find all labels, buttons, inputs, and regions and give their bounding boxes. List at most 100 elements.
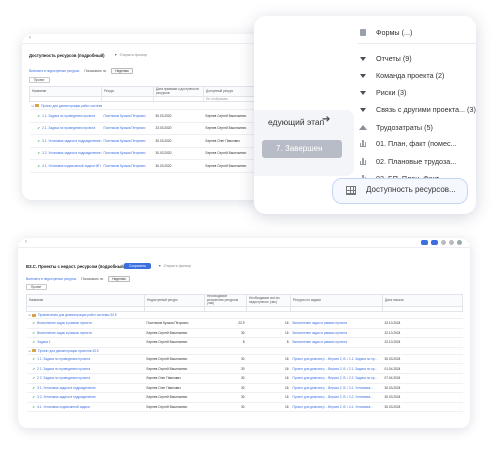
- table-row[interactable]: ✔ 3.2. Установка задачи в подразделение п…: [29, 147, 256, 160]
- cell-task-resources[interactable]: Выполнение задач в рамках проекта: [290, 328, 383, 339]
- help-icon[interactable]: [441, 240, 446, 245]
- collapse-icon[interactable]: ⊟: [29, 313, 32, 317]
- cell-task-resources[interactable]: Проект для демонстр. - Версия 2, В. / 1.…: [290, 354, 383, 365]
- back-icon[interactable]: ‹: [29, 35, 31, 41]
- check-icon: ✔: [32, 321, 36, 326]
- table-row[interactable]: ✔ 1.1. Задача по проведению проекта Постни…: [29, 109, 256, 123]
- column-header-unavailable-resource[interactable]: Недоступный ресурс: [144, 294, 205, 307]
- column-header-available[interactable]: Доступный ресурс: [203, 86, 256, 97]
- cell-task-resources[interactable]: Выполнение задач в рамках проекта: [290, 337, 383, 348]
- cell-name: ✔3.1. Установка задачи в подразделение п…: [29, 134, 102, 148]
- table-row[interactable]: ✔ 2.2. Задача по проведению проекта Бернев…: [26, 373, 463, 384]
- task-link[interactable]: Выполнение задач в рамках проекта: [37, 321, 92, 325]
- group-row[interactable]: ⊟ Проект для демонстрации проектов 33.5: [26, 347, 463, 355]
- task-link[interactable]: Проект для демонстрации работ системы 33…: [41, 104, 101, 108]
- task-link[interactable]: 2.1. Задача по проведению проекта: [37, 367, 90, 371]
- column-header-task-resources[interactable]: Ресурсы по задаче: [290, 294, 383, 307]
- task-link[interactable]: 2.1. Задача по проведению проекта: [42, 126, 95, 130]
- group-select[interactable]: Проект: [29, 77, 50, 83]
- task-link[interactable]: 2.2. Задача по проведению проекта: [37, 376, 90, 380]
- menu-item[interactable]: Связь с другими проекта... (3): [358, 105, 476, 114]
- table-row[interactable]: ✔ 2.1. Задача по проведению проекта Бернев…: [26, 363, 463, 374]
- table-row[interactable]: ✔ 3.2. Установка задачи в подразделение Бе…: [26, 392, 463, 403]
- menu-item[interactable]: 02. Плановые трудоза...: [358, 157, 456, 166]
- include-pending-link[interactable]: Включить в недоступные ресурсы: [29, 69, 79, 73]
- cell-task-resources[interactable]: Проект для демонстр. - Версия 2, В. / 3.…: [290, 383, 383, 394]
- menu-item[interactable]: Отчеты (9): [358, 54, 412, 63]
- cell-resource[interactable]: [101, 101, 154, 110]
- task-link[interactable]: 4.1. Установка подписанной задачи МП: [42, 164, 100, 168]
- cell-task-resources[interactable]: [290, 347, 383, 355]
- menu-item[interactable]: Формы (...): [358, 28, 412, 37]
- cell-task-resources[interactable]: [290, 311, 383, 319]
- cell-task-resources[interactable]: Проект для демонстр. - Версия 2, В. / 3.…: [290, 392, 383, 403]
- table-row[interactable]: ✔ 2.1. Задача по проведению проекта Постни…: [29, 122, 256, 135]
- collapse-icon[interactable]: ⊟: [29, 349, 32, 353]
- table-row[interactable]: ✔ 3.1. Установка задачи в подразделение п…: [29, 134, 256, 148]
- task-link[interactable]: 3.1. Установка задачи в подразделение: [37, 386, 96, 390]
- period-select[interactable]: Неделям: [111, 68, 133, 74]
- task-link[interactable]: 3.1. Установка задачи в подразделение пр…: [42, 139, 101, 143]
- cell-task-resources[interactable]: Выполнение задач в рамках проекта: [290, 318, 383, 329]
- save-button[interactable]: Сохранить: [124, 263, 151, 269]
- menu-item[interactable]: Команда проекта (2): [358, 71, 444, 80]
- back-icon[interactable]: ‹: [25, 239, 27, 245]
- menu-item[interactable]: 01. План, факт (помес...: [358, 139, 457, 148]
- table-row[interactable]: ✔ Выполнение задач в рамках проекта Постни…: [26, 318, 463, 329]
- task-link[interactable]: 4.1. Установка подписанной задачи: [37, 405, 90, 409]
- table-row[interactable]: ✔ 1.1. Задача по проведению проекта Бернев…: [26, 354, 463, 365]
- collapse-icon[interactable]: ⊟: [32, 104, 35, 108]
- table-row[interactable]: ✔ Задача 1 Бернев Сергей Васильевич 8 8 Выпол…: [26, 337, 463, 348]
- group-row[interactable]: ⊟ Проект для демонстрации работ системы 3…: [29, 101, 256, 110]
- avatar[interactable]: [457, 240, 462, 245]
- arrow-right-icon[interactable]: ➔: [322, 114, 330, 125]
- task-link[interactable]: 1.1. Задача по проведению проекта: [37, 357, 90, 361]
- cell-name: ✔ 3.2. Установка задачи в подразделение: [26, 392, 145, 403]
- group-select[interactable]: Проект: [26, 284, 47, 290]
- column-header-required-unavailable-hours[interactable]: Необходимое кол-во недоступного (час): [246, 294, 291, 307]
- table-row[interactable]: ✔ 3.1. Установка задачи в подразделение Бе…: [26, 383, 463, 394]
- cell-required-unavailable-hours: 16: [246, 354, 291, 365]
- task-link[interactable]: Привлечения для демонстрации работ систе…: [38, 313, 116, 317]
- column-header-start-date[interactable]: Дата начала: [382, 294, 463, 307]
- open-filter-button[interactable]: ▼ Открыть фильтр: [114, 53, 147, 57]
- notifications-icon[interactable]: [421, 240, 428, 245]
- cell-task-resources[interactable]: Проект для демонстр. - Версия 2, В. / 2.…: [290, 373, 383, 384]
- task-link[interactable]: Проект для демонстрации проектов 33.5: [38, 349, 98, 353]
- task-link[interactable]: Выполнение задач в рамках проекта: [37, 331, 92, 335]
- next-stage-label[interactable]: едующий этап: [268, 117, 324, 127]
- open-filter-button[interactable]: ▼ Открыть фильтр: [158, 264, 191, 268]
- column-header-date[interactable]: Дата привязки к доступности ресурсов: [153, 86, 204, 97]
- stage-completed-button[interactable]: 7. Завершен: [262, 140, 342, 158]
- task-link[interactable]: 1.1. Задача по проведению проекта: [42, 114, 95, 118]
- menu-item[interactable]: Трудозатраты (5): [358, 123, 433, 132]
- table-row[interactable]: ✔ 4.1. Установка подписанной задачи МП Пос…: [29, 159, 256, 173]
- task-link[interactable]: 3.2. Установка задачи в подразделение: [37, 395, 96, 399]
- cell-task-resources[interactable]: Проект для демонстр. - Версия 2, В. / 2.…: [290, 363, 383, 374]
- menu-item[interactable]: Риски (3): [358, 88, 406, 97]
- column-header-name[interactable]: Название: [29, 86, 102, 97]
- task-link[interactable]: 3.2. Установка задачи в подразделение пр…: [42, 151, 101, 155]
- chart-bar: [362, 158, 364, 164]
- chart-shape: [359, 158, 367, 165]
- settings-icon[interactable]: [449, 240, 454, 245]
- cell-resource[interactable]: Постников Кузьма Петрович: [101, 159, 154, 173]
- folder-icon: [32, 349, 37, 353]
- cell-resource[interactable]: Постников Кузьма Петрович: [101, 147, 154, 160]
- table-row[interactable]: ✔ 4.1. Установка подписанной задачи Бернев…: [26, 402, 463, 413]
- table-row[interactable]: ✔ Выполнение задач в рамках проекта Бернев…: [26, 328, 463, 339]
- column-header-name[interactable]: Название: [26, 294, 145, 307]
- period-select[interactable]: Неделям: [108, 276, 130, 282]
- task-link[interactable]: Задача 1: [37, 340, 50, 344]
- cell-available-resource: Бернев Олег Павлович: [203, 134, 256, 148]
- cell-required-hours: 30: [204, 363, 247, 374]
- cell-task-resources[interactable]: Проект для демонстр. - Версия 2, В. / 4.…: [290, 402, 383, 413]
- cell-resource[interactable]: Постников Кузьма Петрович: [101, 134, 154, 148]
- column-header-resource[interactable]: Ресурс: [101, 86, 154, 97]
- cell-resource[interactable]: Постников Кузьма Петрович: [101, 109, 154, 123]
- column-header-required-hours[interactable]: Необходимое количество ресурсов (час): [204, 294, 247, 307]
- include-pending-link[interactable]: Включить в недоступные ресурсы: [26, 277, 76, 281]
- cell-resource[interactable]: Постников Кузьма Петрович: [101, 122, 154, 135]
- messages-icon[interactable]: [431, 240, 438, 245]
- group-row[interactable]: ⊟ Привлечения для демонстрации работ сист…: [26, 311, 463, 319]
